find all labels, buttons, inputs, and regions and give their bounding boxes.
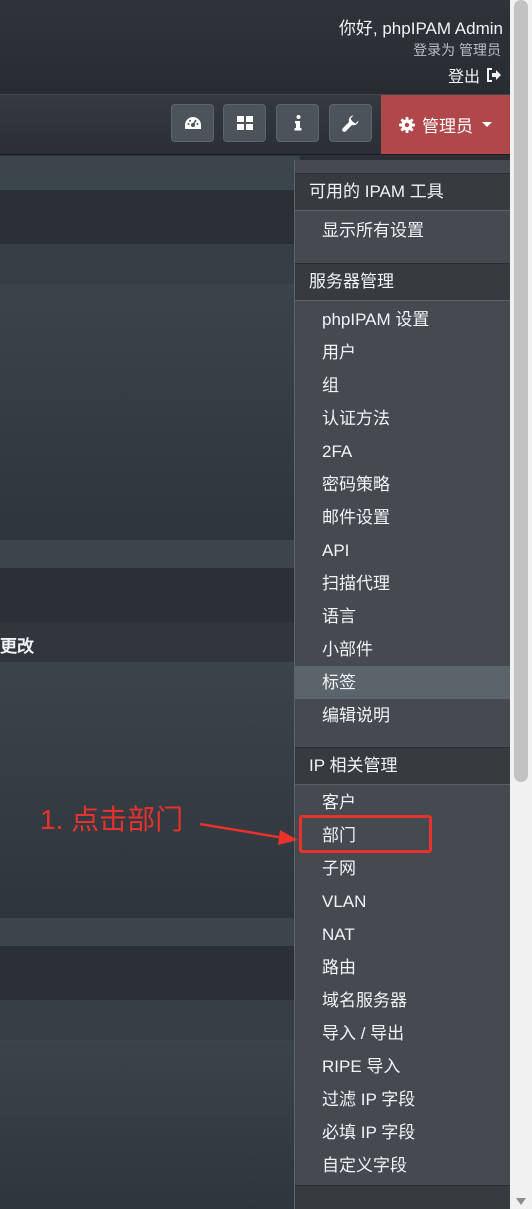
menu-item[interactable]: phpIPAM 设置 (295, 303, 510, 336)
sign-out-icon (487, 68, 501, 82)
menu-item[interactable]: 扫描代理 (295, 567, 510, 600)
menu-item[interactable]: API (295, 534, 510, 567)
grid-icon (236, 116, 253, 130)
menu-item[interactable]: 显示所有设置 (295, 214, 510, 247)
page-scrollbar[interactable] (510, 0, 532, 1209)
menu-item[interactable]: 标签 (295, 666, 510, 699)
menu-item[interactable]: 路由 (295, 951, 510, 984)
annotation-highlight-box (299, 815, 432, 853)
menu-item[interactable]: 导入 / 导出 (295, 1017, 510, 1050)
menu-item[interactable]: 自定义字段 (295, 1149, 510, 1182)
logout-link[interactable]: 登出 (448, 63, 502, 87)
info-button[interactable] (276, 104, 319, 142)
menu-item[interactable]: NAT (295, 918, 510, 951)
greeting-text: 你好, phpIPAM Admin (338, 19, 503, 38)
admin-menu-label: 管理员 (422, 117, 473, 136)
menu-item[interactable]: 小部件 (295, 633, 510, 666)
admin-menu-button[interactable]: 管理员 (381, 95, 510, 154)
gear-icon (399, 116, 415, 133)
menu-item[interactable]: 语言 (295, 600, 510, 633)
annotation-text: 1. 点击部门 (40, 804, 184, 835)
toolbar: 管理员 (0, 95, 510, 155)
menu-section-header: IP 相关管理 (295, 747, 510, 785)
menu-item[interactable]: 2FA (295, 435, 510, 468)
menu-section-header: 服务器管理 (295, 263, 510, 301)
logout-label: 登出 (447, 69, 480, 86)
menu-section-header-partial (295, 1185, 510, 1209)
menu-item[interactable]: RIPE 导入 (295, 1050, 510, 1083)
scroll-down-arrow-icon[interactable] (516, 1198, 526, 1205)
menu-item[interactable]: 域名服务器 (295, 984, 510, 1017)
menu-section-header: 可用的 IPAM 工具 (295, 173, 510, 211)
tools-button[interactable] (329, 104, 372, 142)
dashboard-icon (184, 117, 201, 129)
user-header: 你好, phpIPAM Admin 登录为 管理员 登出 (0, 0, 510, 95)
scrollbar-thumb[interactable] (514, 0, 528, 782)
menu-item[interactable]: 过滤 IP 字段 (295, 1083, 510, 1116)
wrench-icon (342, 115, 359, 132)
menu-item[interactable]: 子网 (295, 852, 510, 885)
grid-button[interactable] (223, 104, 266, 142)
chevron-down-icon (482, 122, 492, 127)
menu-item[interactable]: 密码策略 (295, 468, 510, 501)
logged-in-as-text: 登录为 管理员 (413, 42, 501, 58)
menu-item[interactable]: 编辑说明 (295, 699, 510, 732)
admin-dropdown-menu: 可用的 IPAM 工具 显示所有设置服务器管理 phpIPAM 设置 用户组认证方法 2… (294, 160, 510, 1209)
menu-item[interactable]: 认证方法 (295, 402, 510, 435)
menu-item[interactable]: 必填 IP 字段 (295, 1116, 510, 1149)
menu-item[interactable]: 用户 (295, 336, 510, 369)
info-icon (294, 115, 301, 131)
menu-item[interactable]: 组 (295, 369, 510, 402)
menu-item[interactable]: VLAN (295, 885, 510, 918)
annotation-arrow-icon (200, 822, 298, 845)
background-table-header: 更改 (0, 637, 34, 656)
dashboard-button[interactable] (171, 104, 214, 142)
menu-item[interactable]: 邮件设置 (295, 501, 510, 534)
